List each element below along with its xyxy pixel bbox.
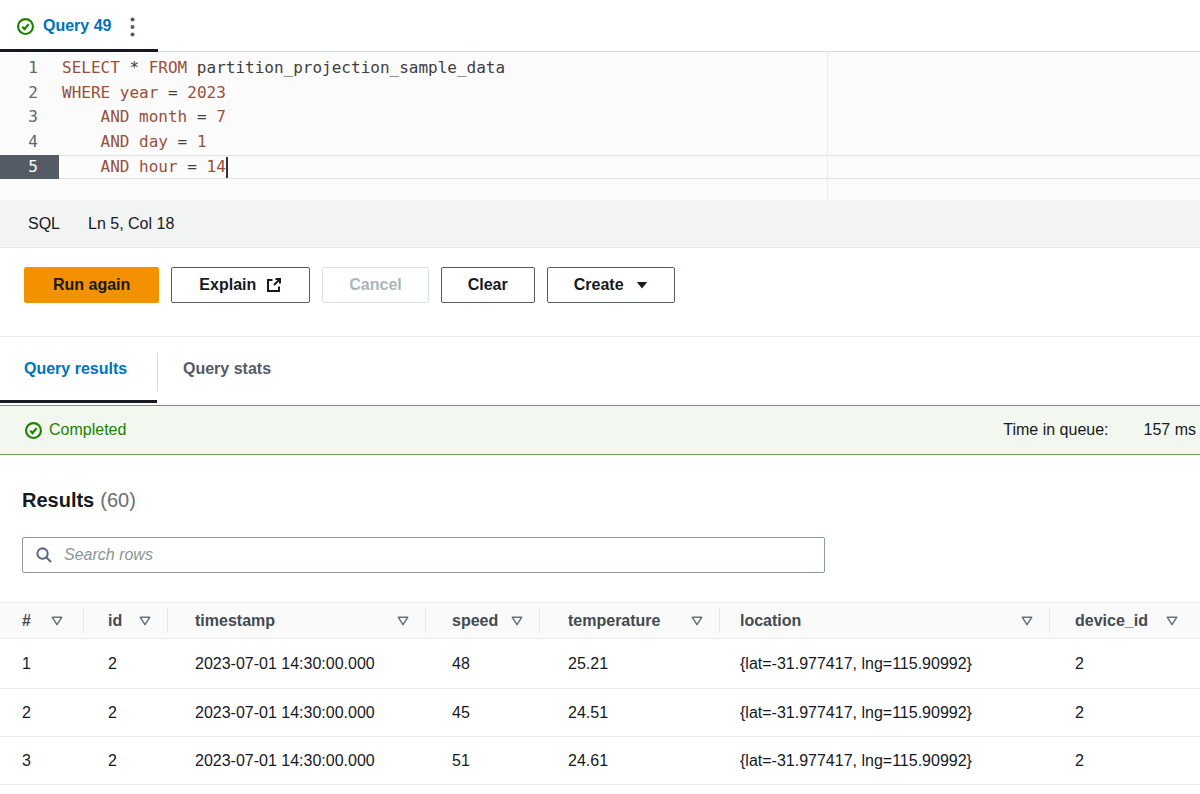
code-line: AND month = 7: [62, 105, 505, 130]
column-label: location: [740, 612, 801, 630]
column-label: temperature: [568, 612, 660, 630]
column-header-device_id: device_id: [1050, 603, 1200, 638]
code-line: AND hour = 14: [62, 155, 505, 180]
table-cell: 45: [426, 704, 540, 722]
column-header-location: location: [720, 603, 1050, 638]
editor-cursor: [226, 157, 228, 178]
filter-triangle-icon[interactable]: [397, 616, 409, 626]
code-line: AND day = 1: [62, 130, 505, 155]
query-actions: Run again Explain Cancel Clear Create: [0, 248, 1200, 336]
editor-language-label: SQL: [28, 215, 60, 233]
query-tab-menu-button[interactable]: [123, 13, 141, 41]
time-in-queue-value: 157 ms: [1144, 421, 1196, 439]
column-header-temperature: temperature: [540, 603, 720, 638]
table-cell: 24.51: [540, 704, 720, 722]
line-number: 1: [0, 56, 59, 81]
table-cell: 24.61: [540, 752, 720, 770]
table-cell: 2023-07-01 14:30:00.000: [168, 752, 426, 770]
line-number: 5: [0, 155, 59, 180]
table-cell: 2: [84, 704, 168, 722]
table-cell: 3: [0, 752, 84, 770]
kebab-menu-icon: [130, 17, 135, 37]
search-rows-box: [22, 537, 825, 573]
table-cell: 1: [0, 655, 84, 673]
column-label: device_id: [1075, 612, 1148, 630]
completed-check-icon: [25, 422, 42, 439]
table-cell: 2: [0, 704, 84, 722]
editor-code[interactable]: SELECT * FROM partition_projection_sampl…: [62, 56, 505, 179]
tab-query-results[interactable]: Query results: [24, 337, 127, 401]
filter-triangle-icon[interactable]: [1166, 616, 1178, 626]
table-cell: 2023-07-01 14:30:00.000: [168, 704, 426, 722]
filter-triangle-icon[interactable]: [1021, 616, 1033, 626]
results-table-header: # id timestamp speed temperature location devi…: [0, 603, 1200, 639]
table-cell: {lat=-31.977417, lng=115.90992}: [720, 704, 1050, 722]
table-cell: 48: [426, 655, 540, 673]
table-cell: 2: [84, 752, 168, 770]
search-rows-input[interactable]: [64, 546, 812, 564]
results-tab-bar: Query results Query stats: [0, 336, 1200, 403]
code-line: SELECT * FROM partition_projection_sampl…: [62, 56, 505, 81]
query-status-label: Completed: [49, 421, 126, 439]
column-label: #: [22, 612, 31, 630]
table-cell: {lat=-31.977417, lng=115.90992}: [720, 655, 1050, 673]
table-row: 222023-07-01 14:30:00.0004524.51{lat=-31…: [0, 689, 1200, 737]
search-icon: [35, 546, 53, 564]
filter-triangle-icon[interactable]: [691, 616, 703, 626]
results-title: Results(60): [22, 489, 1200, 512]
explain-button[interactable]: Explain: [171, 267, 310, 303]
sql-editor[interactable]: 12345 SELECT * FROM partition_projection…: [0, 52, 1200, 200]
external-link-icon: [266, 277, 282, 293]
create-button[interactable]: Create: [547, 267, 675, 303]
active-results-tab-indicator: [0, 400, 157, 403]
table-cell: {lat=-31.977417, lng=115.90992}: [720, 752, 1050, 770]
table-cell: 2: [1050, 752, 1200, 770]
column-header-row-number: #: [0, 603, 84, 638]
editor-gutter: 12345: [0, 56, 59, 179]
table-cell: 51: [426, 752, 540, 770]
column-header-speed: speed: [426, 603, 540, 638]
tab-separator: [157, 353, 158, 391]
column-header-timestamp: timestamp: [168, 603, 426, 638]
query-tab-bar: Query 49: [0, 0, 1200, 52]
tab-query-stats[interactable]: Query stats: [183, 337, 271, 401]
results-count: (60): [100, 489, 136, 511]
editor-status-bar: SQL Ln 5, Col 18: [0, 200, 1200, 248]
query-success-icon: [17, 18, 34, 35]
table-cell: 25.21: [540, 655, 720, 673]
code-line: WHERE year = 2023: [62, 81, 505, 106]
run-again-button[interactable]: Run again: [24, 267, 159, 303]
query-tab[interactable]: Query 49: [0, 0, 111, 52]
cursor-position-label: Ln 5, Col 18: [88, 215, 174, 233]
filter-triangle-icon[interactable]: [511, 616, 523, 626]
clear-button[interactable]: Clear: [441, 267, 535, 303]
table-cell: 2: [84, 655, 168, 673]
table-row: 122023-07-01 14:30:00.0004825.21{lat=-31…: [0, 639, 1200, 689]
table-cell: 2: [1050, 655, 1200, 673]
line-number: 3: [0, 105, 59, 130]
line-number: 2: [0, 81, 59, 106]
filter-triangle-icon[interactable]: [51, 616, 63, 626]
query-tab-title: Query 49: [43, 17, 111, 35]
filter-triangle-icon[interactable]: [139, 616, 151, 626]
column-label: timestamp: [195, 612, 275, 630]
table-row: 322023-07-01 14:30:00.0005124.61{lat=-31…: [0, 737, 1200, 785]
table-cell: 2: [1050, 704, 1200, 722]
line-number: 4: [0, 130, 59, 155]
table-cell: 2023-07-01 14:30:00.000: [168, 655, 426, 673]
column-label: id: [108, 612, 122, 630]
column-label: speed: [452, 612, 498, 630]
column-header-id: id: [84, 603, 168, 638]
time-in-queue-label: Time in queue:: [1003, 421, 1108, 439]
caret-down-icon: [636, 281, 648, 289]
results-table-body: 122023-07-01 14:30:00.0004825.21{lat=-31…: [0, 639, 1200, 785]
query-status-banner: Completed Time in queue: 157 ms: [0, 405, 1200, 455]
results-table: # id timestamp speed temperature location devi…: [0, 602, 1200, 785]
results-section-header: Results(60): [0, 489, 1200, 573]
cancel-button[interactable]: Cancel: [322, 267, 428, 303]
